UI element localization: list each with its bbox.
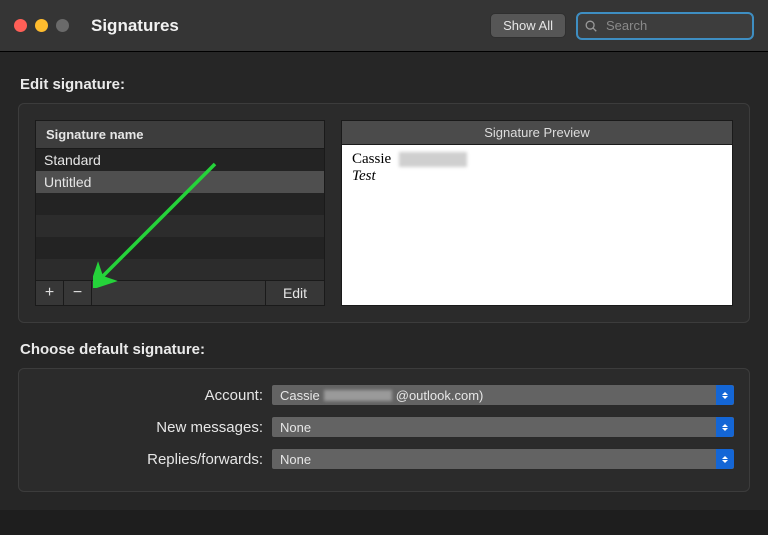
window-controls [14,19,69,32]
new-messages-select[interactable]: None [271,416,735,438]
replies-forwards-value: None [280,452,311,467]
replies-forwards-row: Replies/forwards: None [33,443,735,475]
remove-signature-button[interactable]: − [64,281,92,305]
default-signature-panel: Account: Cassie @outlook.com) New messag… [18,368,750,492]
signature-row[interactable]: Standard [36,149,324,171]
edit-signature-panel: Signature name Standard Untitled + − Edi… [18,103,750,323]
signature-preview-header: Signature Preview [341,120,733,144]
new-messages-value: None [280,420,311,435]
account-value-prefix: Cassie [280,388,320,403]
add-signature-button[interactable]: + [36,281,64,305]
new-messages-label: New messages: [33,419,271,436]
choose-default-heading: Choose default signature: [20,341,750,358]
signature-row-empty [36,259,324,280]
show-all-button[interactable]: Show All [490,13,566,38]
redacted-text [324,390,392,401]
signature-row-empty [36,193,324,215]
new-messages-row: New messages: None [33,411,735,443]
replies-forwards-label: Replies/forwards: [33,451,271,468]
redacted-text [399,152,467,167]
titlebar: Signatures Show All [0,0,768,52]
edit-signature-button[interactable]: Edit [266,281,324,305]
dropdown-caret-icon [716,449,734,469]
dropdown-caret-icon [716,417,734,437]
account-label: Account: [33,387,271,404]
signature-list-column: Signature name Standard Untitled + − Edi… [35,120,325,306]
content-area: Edit signature: Signature name Standard … [0,52,768,510]
footer-spacer [92,281,266,305]
preview-line-1: Cassie [352,151,722,168]
search-input[interactable] [576,12,754,40]
signature-name: Standard [44,152,101,168]
signature-preview-body: Cassie Test [341,144,733,306]
zoom-window-button[interactable] [56,19,69,32]
account-select[interactable]: Cassie @outlook.com) [271,384,735,406]
dropdown-caret-icon [716,385,734,405]
signature-list[interactable]: Standard Untitled [35,148,325,280]
signature-row-empty [36,215,324,237]
signature-preview-column: Signature Preview Cassie Test [341,120,733,306]
preview-line-2: Test [352,168,722,185]
search-field-wrap [576,12,754,40]
account-value-suffix: @outlook.com) [396,388,484,403]
account-row: Account: Cassie @outlook.com) [33,379,735,411]
signature-row[interactable]: Untitled [36,171,324,193]
edit-signature-heading: Edit signature: [20,76,750,93]
signature-list-header: Signature name [35,120,325,148]
signature-row-empty [36,237,324,259]
signature-name: Untitled [44,174,91,190]
minimize-window-button[interactable] [35,19,48,32]
close-window-button[interactable] [14,19,27,32]
preview-name-prefix: Cassie [352,151,391,167]
signature-list-footer: + − Edit [35,280,325,306]
replies-forwards-select[interactable]: None [271,448,735,470]
window-title: Signatures [91,16,179,36]
